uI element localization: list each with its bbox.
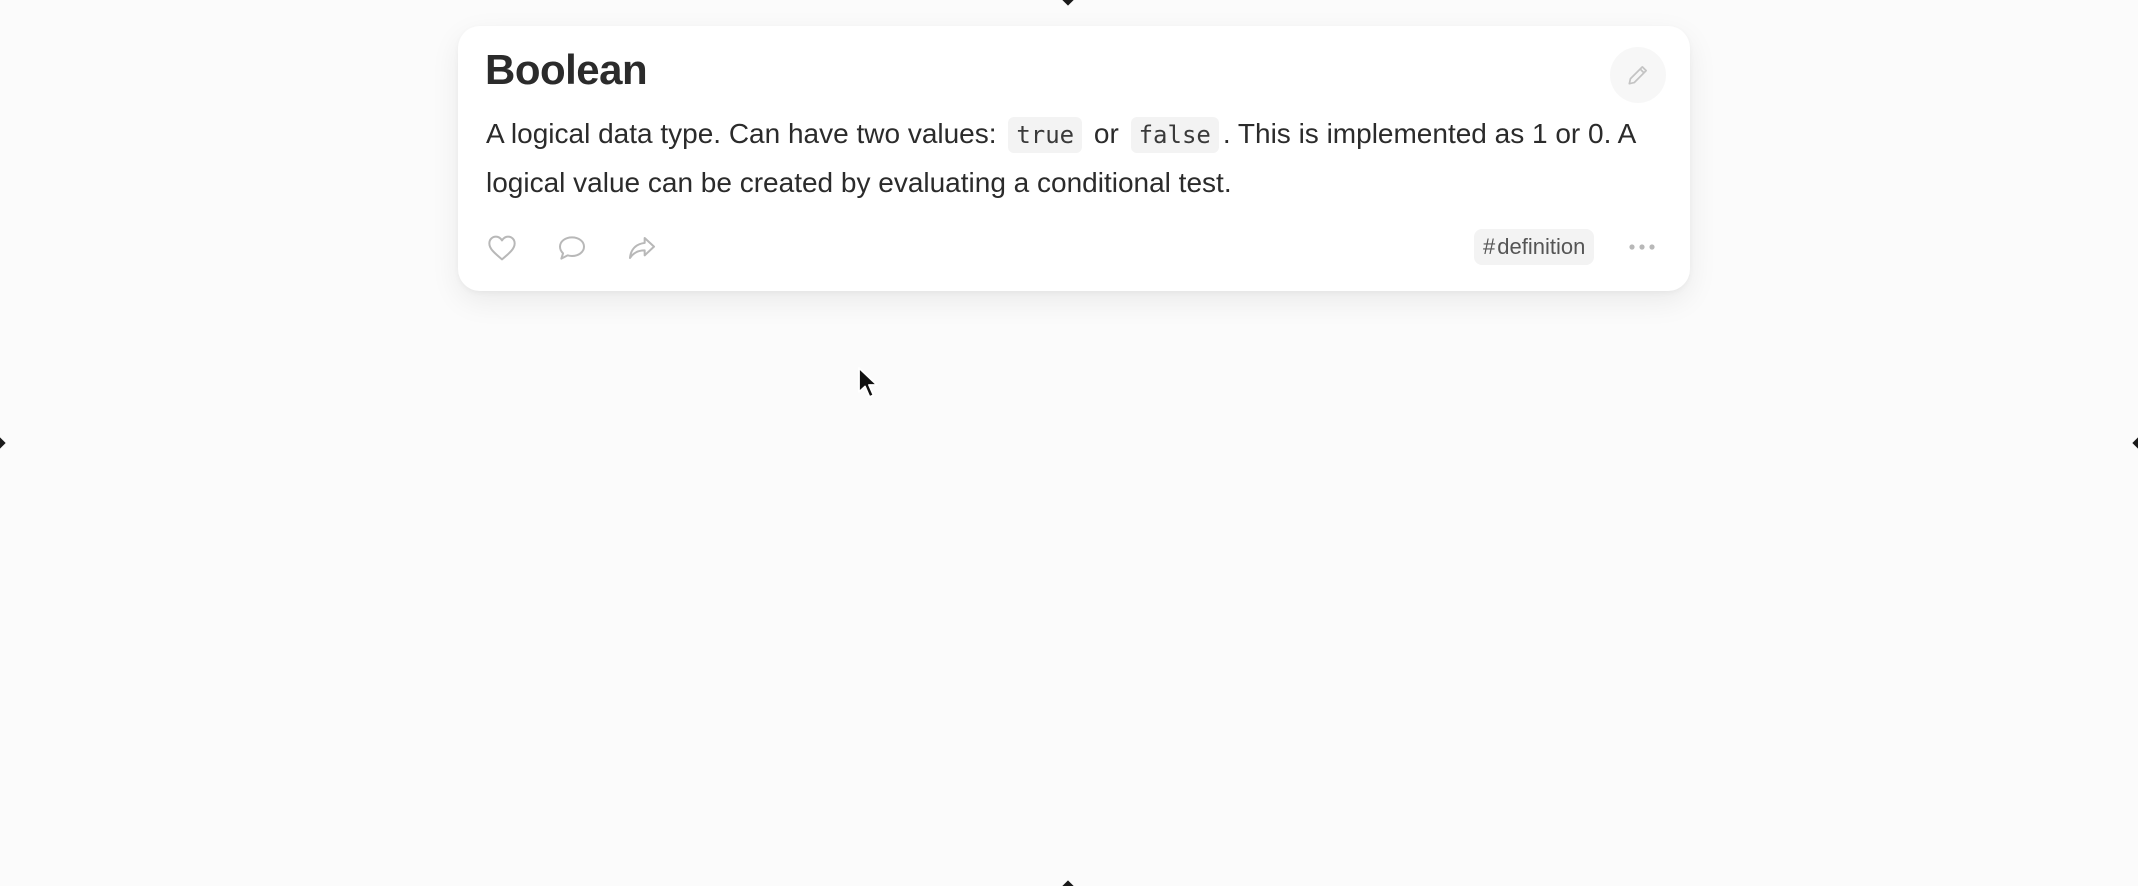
- comment-icon: [559, 236, 585, 260]
- pencil-icon: [1628, 66, 1647, 85]
- canvas: Boolean A logical data type. Can have tw…: [0, 0, 2138, 886]
- tag-hash: #: [1483, 234, 1496, 259]
- resize-handle-bottom[interactable]: [1062, 880, 1074, 886]
- share-icon: [629, 237, 655, 259]
- resize-handle-right[interactable]: [2132, 437, 2138, 449]
- edit-button[interactable]: [1610, 47, 1666, 103]
- more-options-button[interactable]: [1624, 231, 1660, 263]
- body-text-part-1: A logical data type. Can have two values…: [486, 118, 1005, 149]
- note-card[interactable]: Boolean A logical data type. Can have tw…: [458, 26, 1690, 291]
- heart-icon: [488, 235, 516, 261]
- more-dots-icon: [1629, 244, 1655, 250]
- note-body: A logical data type. Can have two values…: [486, 110, 1636, 207]
- tag-definition[interactable]: #definition: [1474, 229, 1595, 265]
- mouse-cursor-icon: [858, 367, 878, 398]
- note-title: Boolean: [485, 46, 648, 93]
- action-bar: [484, 230, 660, 266]
- share-button[interactable]: [624, 230, 660, 266]
- comment-button[interactable]: [554, 230, 590, 266]
- tag-label: definition: [1497, 234, 1586, 259]
- resize-handle-top[interactable]: [1062, 0, 1074, 6]
- like-button[interactable]: [484, 230, 520, 266]
- code-false: false: [1130, 117, 1219, 153]
- resize-handle-left[interactable]: [0, 437, 6, 449]
- code-true: true: [1008, 117, 1083, 153]
- body-text-part-2: or: [1086, 118, 1127, 149]
